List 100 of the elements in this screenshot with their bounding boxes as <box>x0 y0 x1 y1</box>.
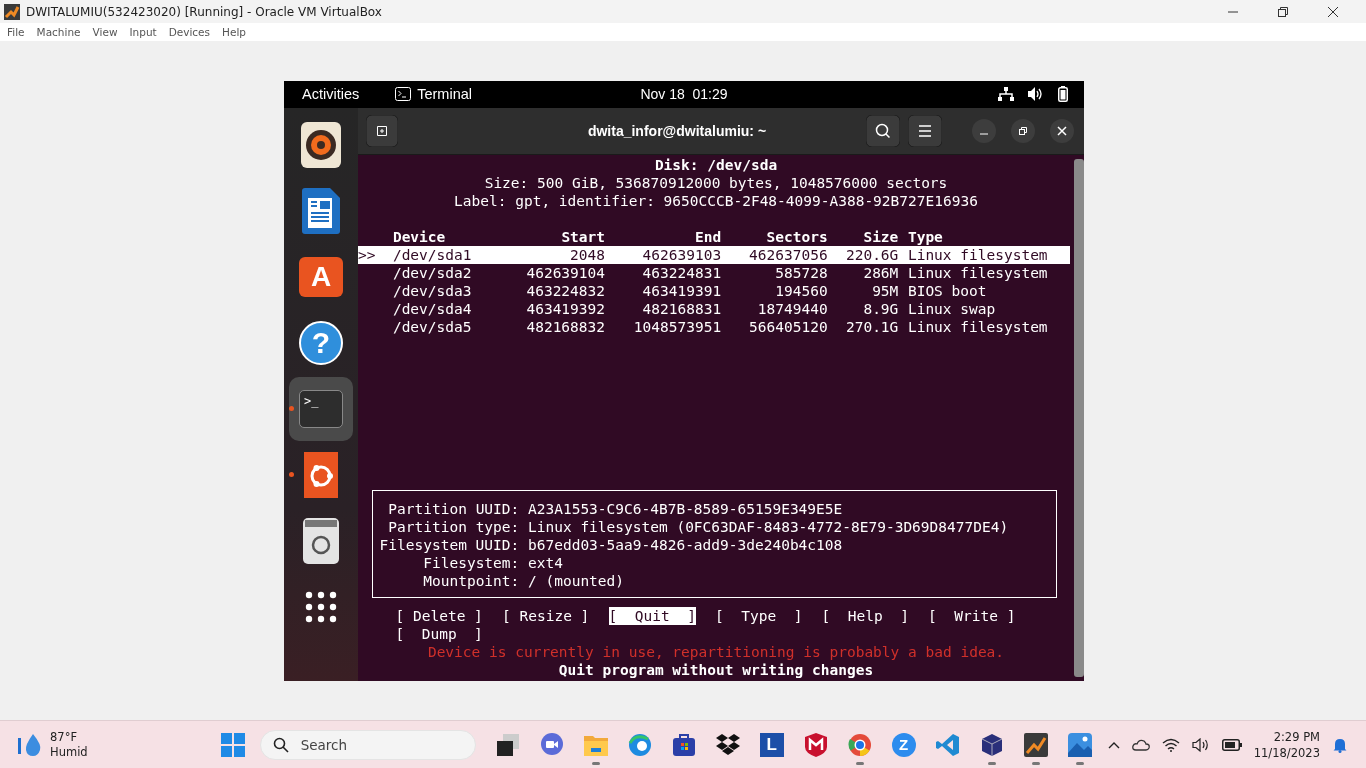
battery-icon[interactable] <box>1058 86 1068 102</box>
table-cell: /dev/sda4 <box>392 299 472 318</box>
warning-message: Device is currently in use, repartitioning is probably a bad idea. <box>426 642 1006 661</box>
table-cell-text: 95M <box>871 281 899 300</box>
partition-row[interactable]: >> /dev/sda1 2048 462639103 462637056 220.6G Linux filesystem <box>358 245 1070 264</box>
notification-bell-icon[interactable] <box>1332 736 1348 753</box>
menu-item[interactable]: Machine <box>36 26 81 38</box>
temperature: 87°F <box>50 729 78 745</box>
action-hint: Quit program without writing changes <box>557 660 875 679</box>
terminal-app-icon[interactable]: >_ <box>299 389 343 428</box>
table-cell-text: 270.1G <box>844 317 899 336</box>
photos-icon[interactable] <box>1067 732 1092 757</box>
window-title: DWITALUMIU(532423020) [Running] - Oracle VM VirtualBox <box>26 4 382 19</box>
dock-item[interactable]: >_ <box>289 376 353 441</box>
activities-button[interactable]: Activities <box>302 86 360 102</box>
start-icon[interactable] <box>220 732 245 757</box>
info-label: Partition UUID: <box>387 499 521 518</box>
restore-icon[interactable] <box>1011 118 1035 143</box>
browser-icon[interactable] <box>627 732 652 757</box>
app-grid-icon[interactable] <box>305 590 337 623</box>
action-button[interactable]: [ Quit ] <box>608 606 696 625</box>
table-cell-text: 462639103 <box>641 245 722 264</box>
terminal-icon <box>395 87 412 101</box>
menu-icon[interactable] <box>908 114 942 147</box>
table-cell: /dev/sda3 <box>392 281 472 300</box>
task-view-icon[interactable] <box>495 732 520 757</box>
column-header: End <box>693 227 722 246</box>
table-cell-text: Linux filesystem <box>906 245 1049 264</box>
trash-app-icon[interactable] <box>303 517 339 564</box>
new-tab-icon[interactable] <box>366 114 398 147</box>
network-icon[interactable] <box>998 87 1014 101</box>
table-cell-text: Linux swap <box>906 299 997 318</box>
volume-icon[interactable] <box>1191 737 1210 752</box>
info-label: Partition type: <box>387 517 521 536</box>
menu-item[interactable]: Input <box>129 26 157 38</box>
menu-item[interactable]: File <box>7 26 25 38</box>
table-cell-text: 463224832 <box>525 281 606 300</box>
running-indicator <box>591 761 600 765</box>
clock[interactable]: Nov 18 01:29 <box>640 86 728 102</box>
table-cell-text: 1048573951 <box>632 317 722 336</box>
table-cell-text: 566405120 <box>748 317 828 336</box>
action-button[interactable]: [ Delete ] <box>395 606 483 625</box>
action-button[interactable]: [ Dump ] <box>395 624 483 643</box>
cube-icon[interactable] <box>979 732 1004 757</box>
running-indicator <box>987 761 996 765</box>
battery-icon[interactable] <box>1221 738 1242 751</box>
taskbar-date[interactable]: 11/18/2023 <box>1253 744 1320 761</box>
ubuntu-app-icon[interactable] <box>304 451 338 498</box>
partition-row[interactable]: /dev/sda2 462639104 463224831 585728 286M Linux filesystem <box>358 263 1074 282</box>
info-label: Mountpoint: <box>422 571 521 590</box>
table-cell: /dev/sda2 <box>392 263 472 282</box>
diamond-pattern-icon[interactable] <box>715 733 740 756</box>
column-header: Type <box>906 227 944 246</box>
menu-item[interactable]: View <box>92 26 118 38</box>
speaker-app-icon[interactable] <box>301 121 341 168</box>
video-chat-icon[interactable] <box>539 732 564 757</box>
menu-item[interactable]: Devices <box>168 26 211 38</box>
table-cell-text: 220.6G <box>844 245 899 264</box>
table-cell: /dev/sda1 <box>392 245 472 264</box>
partition-row[interactable]: /dev/sda5 482168832 1048573951 566405120 270.1G Linux filesystem <box>358 317 1074 336</box>
action-button[interactable]: [ Resize ] <box>502 606 590 625</box>
shield-icon[interactable] <box>804 732 827 757</box>
search-field[interactable]: Search <box>298 735 453 754</box>
table-cell-text: 286M <box>862 263 899 282</box>
app-menu[interactable]: Terminal <box>417 86 472 102</box>
disk-info-line: Disk: /dev/sda <box>653 155 779 174</box>
wifi-icon[interactable] <box>1161 737 1180 752</box>
volume-icon[interactable] <box>1028 87 1044 101</box>
letter-app-icon[interactable]: L <box>759 732 784 757</box>
menu-item[interactable]: Help <box>222 26 246 38</box>
chevron-up-icon[interactable] <box>1107 740 1120 749</box>
action-button[interactable]: [ Type ] <box>715 606 803 625</box>
weather-condition: Humid <box>50 744 88 760</box>
folder-icon[interactable] <box>583 733 608 756</box>
search-icon <box>272 736 289 753</box>
cloud-icon[interactable] <box>1131 738 1150 751</box>
close-icon[interactable] <box>1050 118 1074 143</box>
table-cell-text: Linux filesystem <box>906 317 1049 336</box>
column-header: Device <box>392 227 447 246</box>
scrollbar[interactable] <box>1074 158 1084 677</box>
action-button[interactable]: [ Help ] <box>821 606 909 625</box>
partition-row[interactable]: /dev/sda3 463224832 463419391 194560 95M BIOS boot <box>358 281 1074 300</box>
document-app-icon[interactable] <box>302 187 340 234</box>
dock-item[interactable]: A <box>289 244 353 309</box>
info-value: b67edd03-5aa9-4826-add9-3de240b4c108 <box>528 535 843 554</box>
table-cell-text: BIOS boot <box>906 281 988 300</box>
code-editor-icon[interactable] <box>935 732 960 757</box>
store-icon[interactable] <box>671 732 696 757</box>
minimize-icon[interactable] <box>972 118 996 143</box>
action-button[interactable]: [ Write ] <box>928 606 1016 625</box>
store-app-icon[interactable]: A <box>299 256 343 297</box>
maximize-icon[interactable] <box>1278 6 1288 17</box>
taskbar-time[interactable]: 2:29 PM <box>1273 728 1320 745</box>
partition-row[interactable]: /dev/sda4 463419392 482168831 18749440 8.9G Linux swap <box>358 299 1074 318</box>
search-box[interactable]: Search <box>259 729 476 760</box>
table-cell-text: Linux filesystem <box>906 263 1049 282</box>
search-icon[interactable] <box>866 114 900 147</box>
table-cell-text: 463419391 <box>641 281 722 300</box>
browser-icon[interactable] <box>847 732 872 757</box>
close-icon[interactable] <box>1328 6 1338 17</box>
